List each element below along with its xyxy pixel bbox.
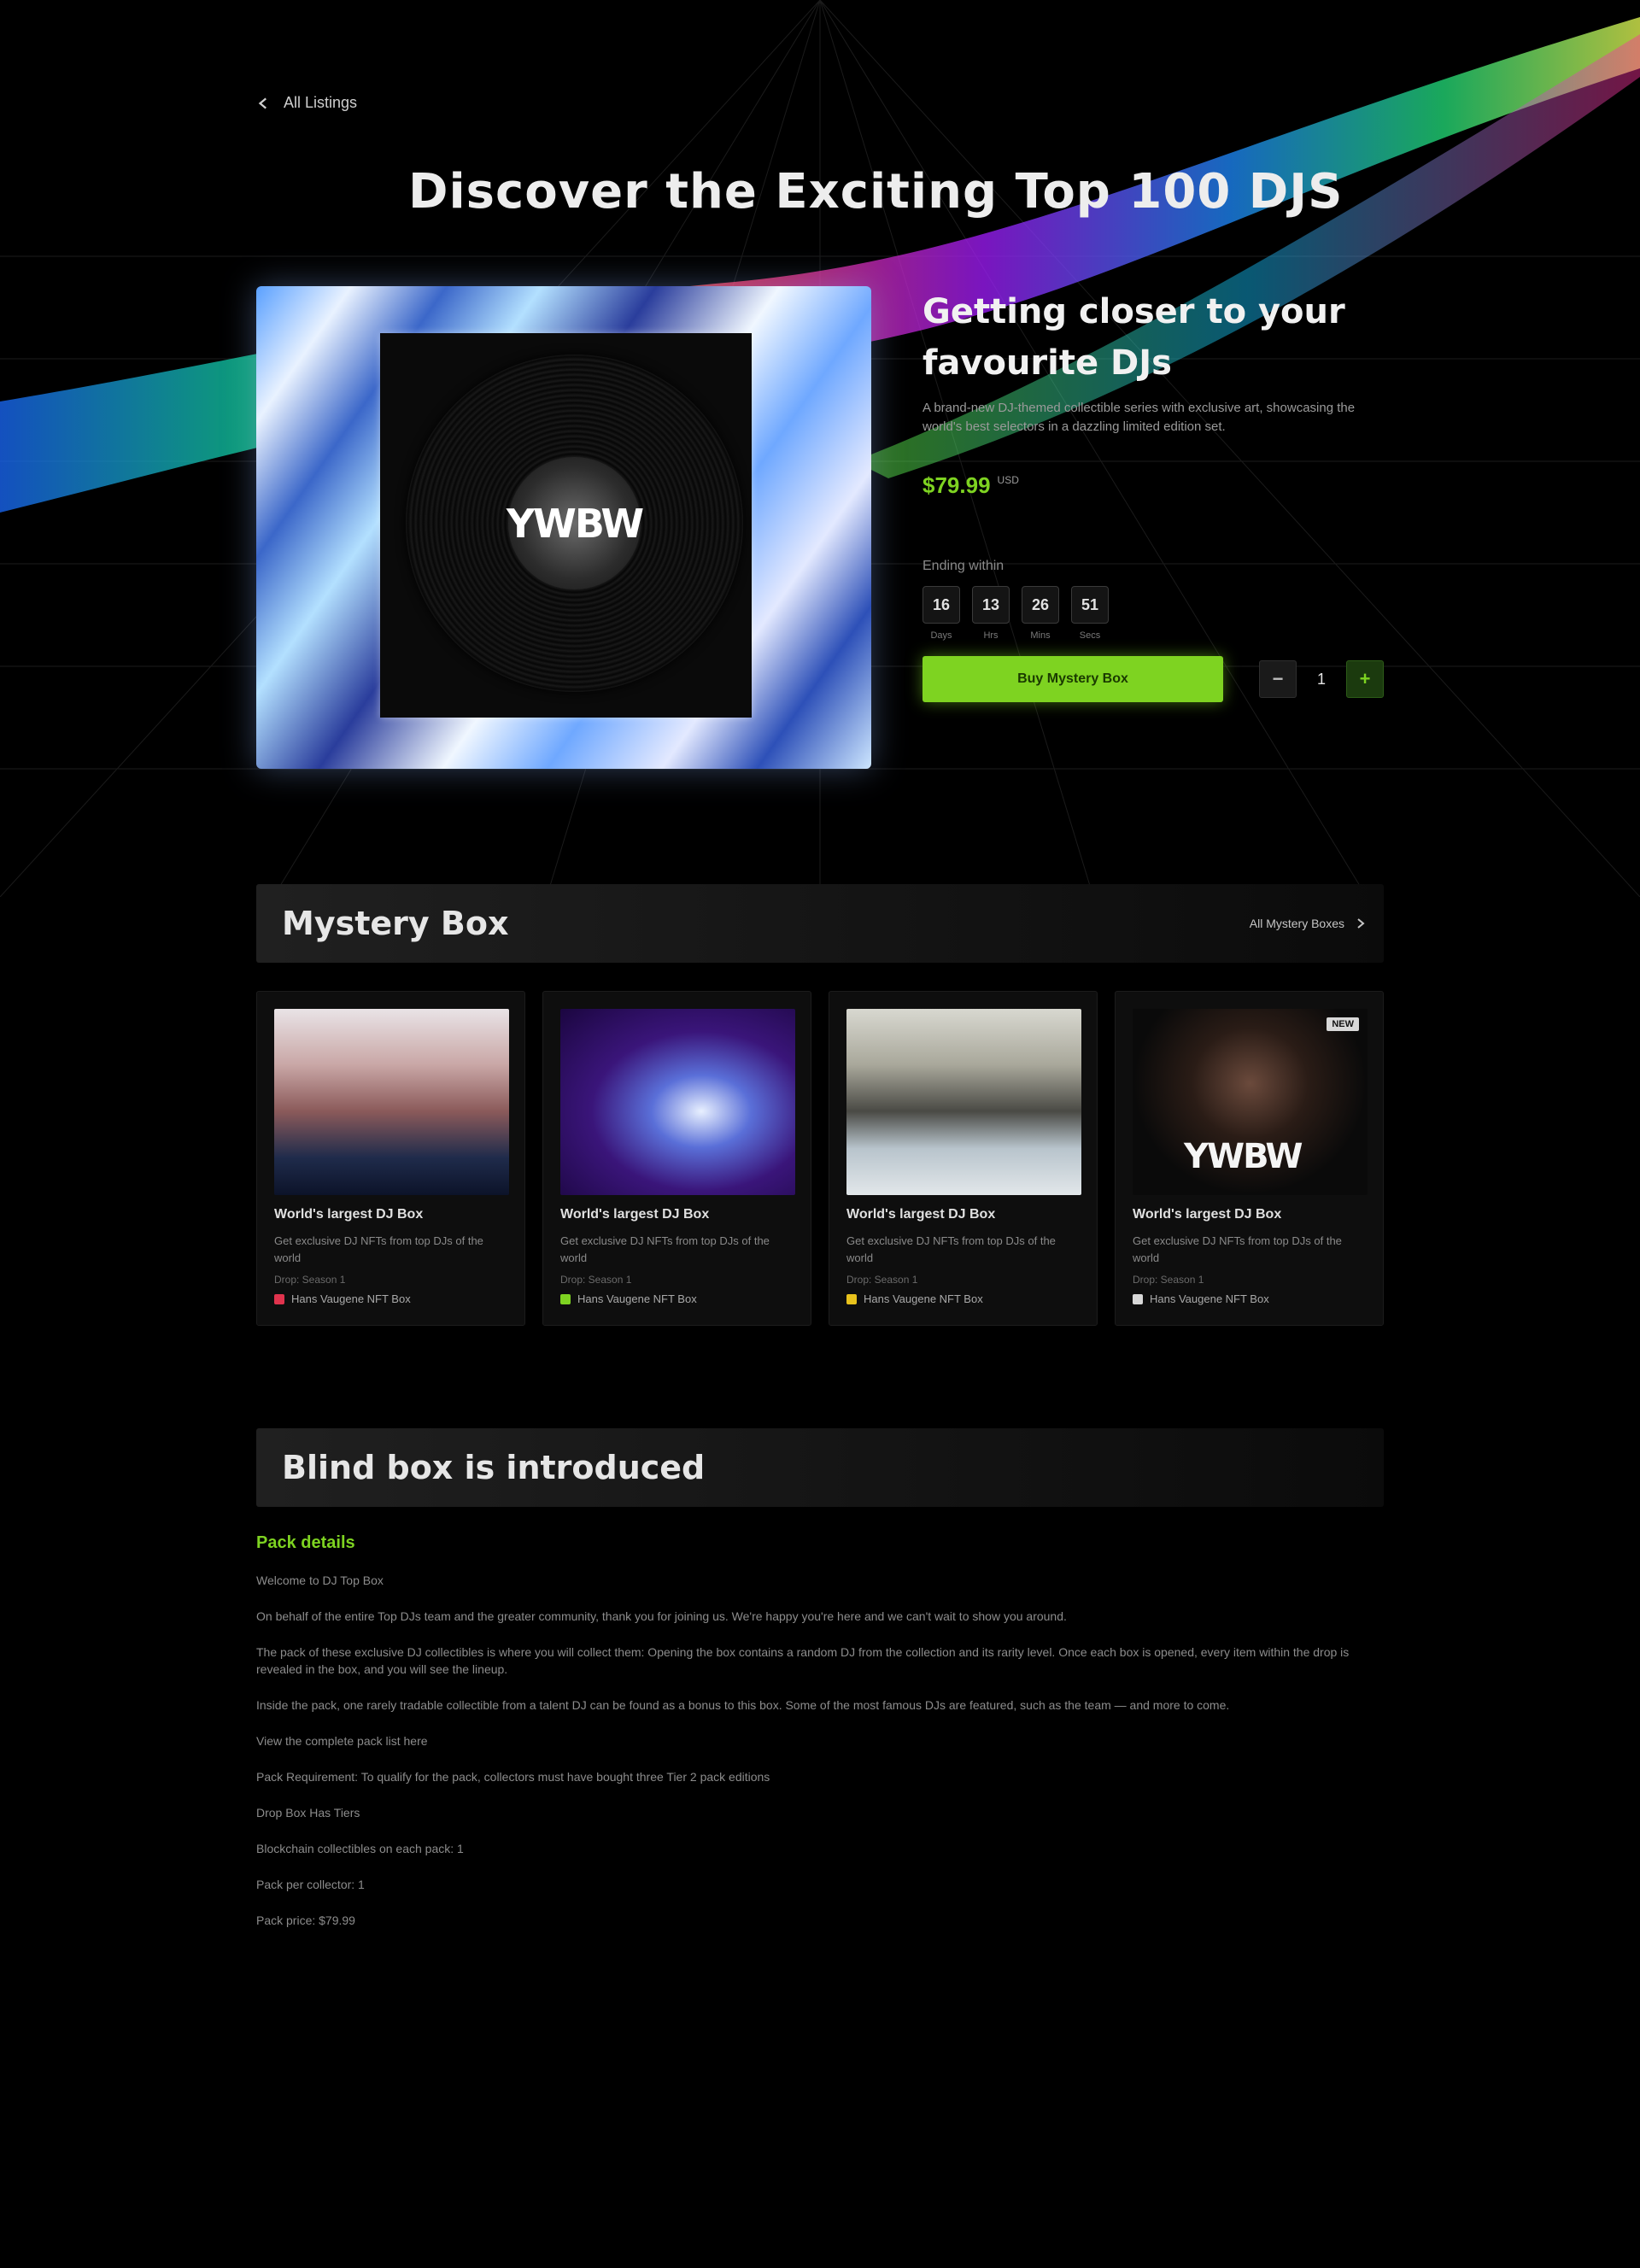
countdown-value: 13 bbox=[972, 586, 1010, 624]
card-footer: Hans Vaugene NFT Box bbox=[560, 1292, 697, 1305]
arrow-left-icon bbox=[258, 97, 266, 108]
countdown-value: 26 bbox=[1022, 586, 1059, 624]
mystery-box-card[interactable]: World's largest DJ Box Get exclusive DJ … bbox=[829, 991, 1098, 1326]
countdown-label: Ending within bbox=[922, 559, 1004, 573]
detail-line: Blockchain collectibles on each pack: 1 bbox=[256, 1842, 464, 1855]
card-meta: Drop: Season 1 bbox=[846, 1274, 918, 1286]
card-description: Get exclusive DJ NFTs from top DJs of th… bbox=[274, 1234, 483, 1264]
card-logo: YWBW bbox=[1184, 1137, 1303, 1176]
hero-title: Discover the Exciting Top 100 DJS bbox=[408, 164, 1344, 220]
quantity-decrease-button[interactable]: − bbox=[1259, 660, 1297, 698]
card-footer-label: Hans Vaugene NFT Box bbox=[291, 1292, 411, 1305]
back-link[interactable]: All Listings bbox=[256, 94, 357, 112]
card-meta: Drop: Season 1 bbox=[560, 1274, 632, 1286]
pack-details-title: Pack details bbox=[256, 1533, 355, 1552]
detail-line: The pack of these exclusive DJ collectib… bbox=[256, 1645, 1350, 1676]
mystery-box-header: Mystery Box All Mystery Boxes bbox=[256, 884, 1384, 963]
countdown-value: 51 bbox=[1071, 586, 1109, 624]
all-mystery-boxes-label: All Mystery Boxes bbox=[1249, 917, 1344, 930]
card-description: Get exclusive DJ NFTs from top DJs of th… bbox=[846, 1234, 1056, 1264]
quantity-stepper: − 1 + bbox=[1259, 660, 1384, 698]
product-title: Getting closer to your favourite DJs bbox=[922, 292, 1345, 383]
card-title: World's largest DJ Box bbox=[1133, 1207, 1282, 1222]
product-cover-image: YWBW bbox=[256, 286, 871, 769]
countdown-unit: Days bbox=[930, 630, 952, 641]
blind-box-header: Blind box is introduced bbox=[256, 1428, 1384, 1507]
countdown: 16 Days 13 Hrs 26 Mins 51 Secs bbox=[922, 586, 1384, 641]
countdown-value: 16 bbox=[922, 586, 960, 624]
card-title: World's largest DJ Box bbox=[846, 1207, 996, 1222]
card-footer-label: Hans Vaugene NFT Box bbox=[1150, 1292, 1269, 1305]
detail-line: Inside the pack, one rarely tradable col… bbox=[256, 1698, 1230, 1712]
quantity-increase-button[interactable]: + bbox=[1346, 660, 1384, 698]
card-tag: NEW bbox=[1327, 1017, 1359, 1031]
countdown-unit: Secs bbox=[1079, 630, 1101, 641]
creator-color-icon bbox=[1133, 1293, 1143, 1304]
product-price: $79.99 bbox=[922, 472, 991, 498]
card-footer: Hans Vaugene NFT Box bbox=[846, 1292, 983, 1305]
purchase-row: Buy Mystery Box − 1 + bbox=[922, 656, 1384, 702]
mystery-box-card[interactable]: NEW YWBW World's largest DJ Box Get excl… bbox=[1115, 991, 1384, 1326]
detail-line: Welcome to DJ Top Box bbox=[256, 1574, 384, 1587]
card-footer-label: Hans Vaugene NFT Box bbox=[864, 1292, 983, 1305]
vinyl-record: YWBW bbox=[406, 355, 743, 692]
card-image: NEW YWBW bbox=[1133, 1009, 1368, 1195]
card-footer: Hans Vaugene NFT Box bbox=[1133, 1292, 1269, 1305]
product-info: Getting closer to your favourite DJs A b… bbox=[922, 286, 1384, 702]
detail-line: Drop Box Has Tiers bbox=[256, 1806, 360, 1820]
card-description: Get exclusive DJ NFTs from top DJs of th… bbox=[560, 1234, 770, 1264]
record-sleeve: YWBW bbox=[380, 333, 752, 718]
section-title: Mystery Box bbox=[282, 905, 509, 942]
card-footer: Hans Vaugene NFT Box bbox=[274, 1292, 411, 1305]
card-meta: Drop: Season 1 bbox=[1133, 1274, 1204, 1286]
detail-line: Pack price: $79.99 bbox=[256, 1913, 355, 1927]
creator-color-icon bbox=[846, 1293, 857, 1304]
buy-button[interactable]: Buy Mystery Box bbox=[922, 656, 1223, 702]
cover-logo: YWBW bbox=[506, 500, 644, 547]
creator-color-icon bbox=[560, 1293, 571, 1304]
price-currency: USD bbox=[997, 474, 1019, 486]
card-title: World's largest DJ Box bbox=[560, 1207, 710, 1222]
price-row: $79.99 USD bbox=[922, 472, 1384, 499]
countdown-hours: 13 Hrs bbox=[972, 586, 1010, 641]
detail-line: Pack per collector: 1 bbox=[256, 1878, 365, 1891]
mystery-box-list: World's largest DJ Box Get exclusive DJ … bbox=[256, 991, 1384, 1326]
countdown-minutes: 26 Mins bbox=[1022, 586, 1059, 641]
countdown-days: 16 Days bbox=[922, 586, 960, 641]
card-meta: Drop: Season 1 bbox=[274, 1274, 346, 1286]
back-link-label: All Listings bbox=[284, 94, 358, 111]
card-image bbox=[560, 1009, 795, 1195]
all-mystery-boxes-link[interactable]: All Mystery Boxes bbox=[1250, 917, 1367, 930]
detail-line: Pack Requirement: To qualify for the pac… bbox=[256, 1770, 770, 1784]
creator-color-icon bbox=[274, 1293, 284, 1304]
card-description: Get exclusive DJ NFTs from top DJs of th… bbox=[1133, 1234, 1342, 1264]
card-image bbox=[846, 1009, 1081, 1195]
quantity-value: 1 bbox=[1316, 670, 1326, 688]
arrow-right-icon bbox=[1357, 918, 1365, 929]
mystery-box-card[interactable]: World's largest DJ Box Get exclusive DJ … bbox=[256, 991, 525, 1326]
countdown-unit: Hrs bbox=[983, 630, 999, 641]
detail-line: On behalf of the entire Top DJs team and… bbox=[256, 1609, 1067, 1623]
section-title: Blind box is introduced bbox=[282, 1449, 706, 1486]
detail-line: View the complete pack list here bbox=[256, 1734, 428, 1748]
pack-details-body: Welcome to DJ Top Box On behalf of the e… bbox=[256, 1572, 1384, 1929]
mystery-box-card[interactable]: World's largest DJ Box Get exclusive DJ … bbox=[542, 991, 811, 1326]
card-footer-label: Hans Vaugene NFT Box bbox=[577, 1292, 697, 1305]
card-image bbox=[274, 1009, 509, 1195]
product-description: A brand-new DJ-themed collectible series… bbox=[922, 401, 1356, 434]
countdown-seconds: 51 Secs bbox=[1071, 586, 1109, 641]
countdown-unit: Mins bbox=[1030, 630, 1051, 641]
record-label: YWBW bbox=[506, 457, 644, 589]
card-title: World's largest DJ Box bbox=[274, 1207, 424, 1222]
pack-details: Pack details Welcome to DJ Top Box On be… bbox=[256, 1533, 1384, 1929]
